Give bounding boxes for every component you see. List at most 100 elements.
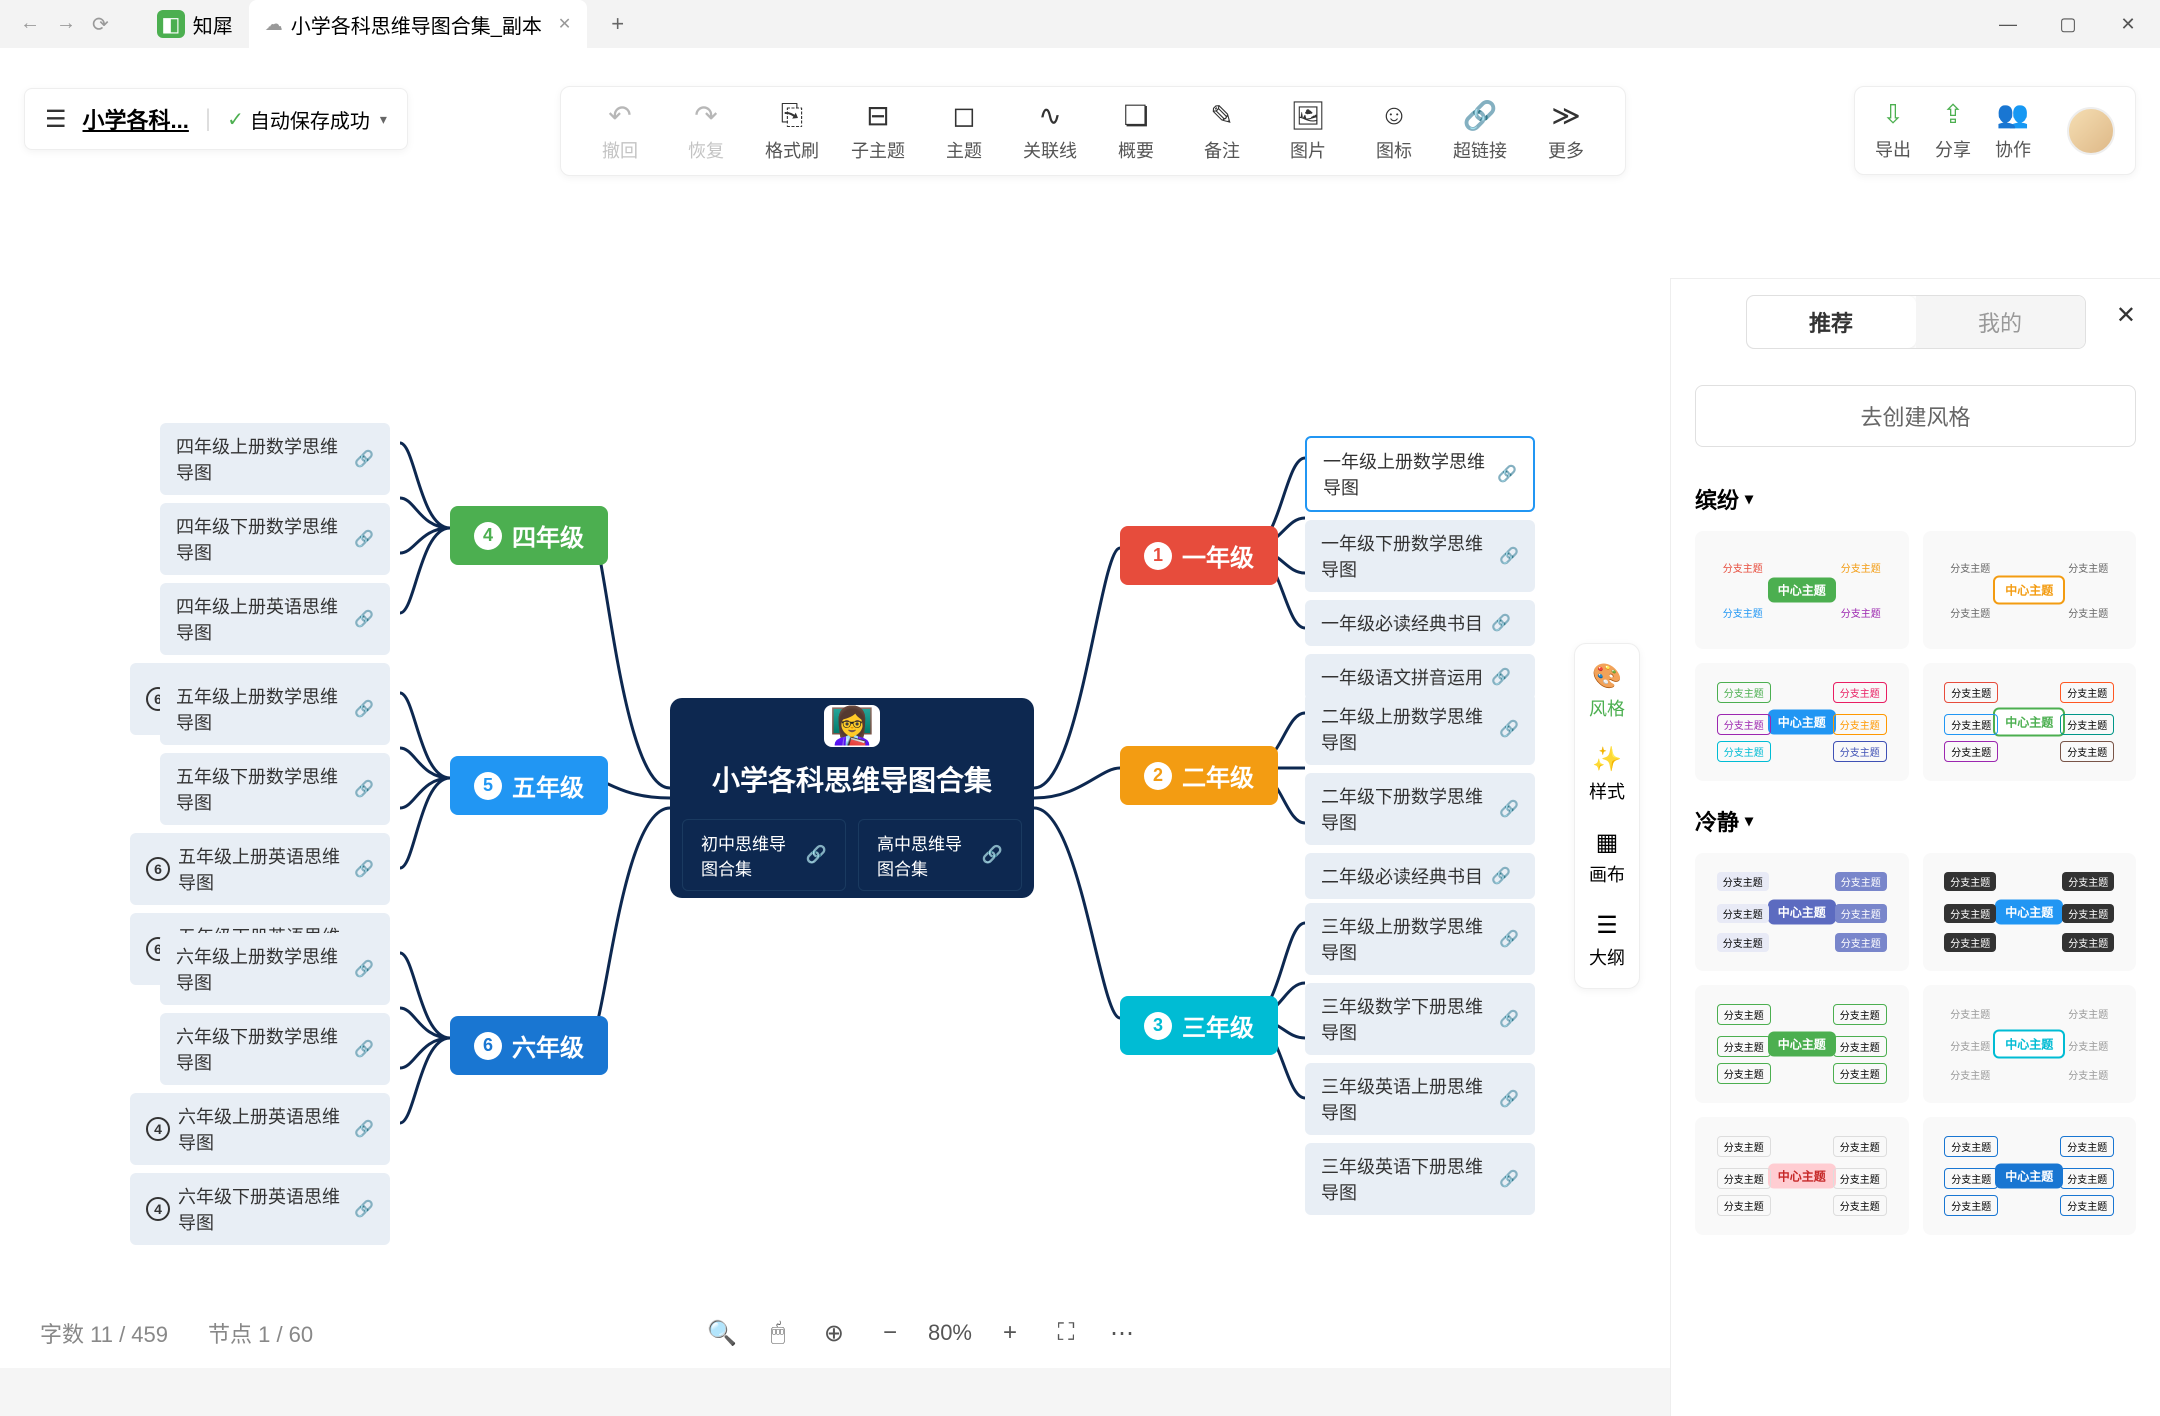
leaf-node[interactable]: 三年级上册数学思维导图🔗 xyxy=(1305,903,1535,975)
panel-close-icon[interactable]: ✕ xyxy=(2116,301,2136,330)
image-button[interactable]: 🖼图片 xyxy=(1277,99,1339,163)
template-card[interactable]: 中心主题分支主题分支主题分支主题分支主题分支主题分支主题 xyxy=(1695,663,1909,781)
sub-link-2[interactable]: 高中思维导图合集🔗 xyxy=(858,819,1022,891)
template-card[interactable]: 中心主题分支主题分支主题分支主题分支主题分支主题分支主题 xyxy=(1695,853,1909,971)
template-card[interactable]: 中心主题分支主题分支主题分支主题分支主题分支主题分支主题 xyxy=(1923,1117,2137,1235)
leaf-node[interactable]: 一年级上册数学思维导图🔗 xyxy=(1305,436,1535,512)
tab-recommend[interactable]: 推荐 xyxy=(1747,296,1916,348)
export-button[interactable]: ⇩导出 xyxy=(1875,99,1911,162)
section-calm[interactable]: 冷静▾ xyxy=(1671,789,2160,845)
leaf-node[interactable]: 二年级必读经典书目🔗 xyxy=(1305,853,1535,899)
create-style-button[interactable]: 去创建风格 xyxy=(1695,385,2136,447)
link-icon: 🔗 xyxy=(1497,464,1517,484)
icons-button[interactable]: ☺图标 xyxy=(1363,99,1425,163)
tab-mine[interactable]: 我的 xyxy=(1916,296,2085,348)
leaf-node[interactable]: 三年级数学下册思维导图🔗 xyxy=(1305,983,1535,1055)
relation-icon: ∿ xyxy=(1038,99,1061,131)
grade-1-node[interactable]: 1一年级 xyxy=(1120,526,1278,585)
undo-button[interactable]: ↶撤回 xyxy=(589,99,651,163)
format-button[interactable]: ✨样式 xyxy=(1589,745,1625,804)
count-badge: 4 xyxy=(146,1117,170,1141)
canvas-button[interactable]: ▦画布 xyxy=(1589,828,1625,887)
zoom-in-button[interactable]: + xyxy=(992,1315,1028,1351)
leaf-node[interactable]: 六年级上册数学思维导图🔗 xyxy=(160,933,390,1005)
outline-button[interactable]: ☰大纲 xyxy=(1589,911,1625,970)
leaf-node[interactable]: 二年级上册数学思维导图🔗 xyxy=(1305,693,1535,765)
leaf-node[interactable]: 二年级下册数学思维导图🔗 xyxy=(1305,773,1535,845)
fit-icon[interactable]: ⛶ xyxy=(1048,1315,1084,1351)
hyperlink-button[interactable]: 🔗超链接 xyxy=(1449,99,1511,163)
section-colorful[interactable]: 缤纷▾ xyxy=(1671,467,2160,523)
more-options-icon[interactable]: ⋯ xyxy=(1104,1315,1140,1351)
tab-document[interactable]: ☁ 小学各科思维导图合集_副本 ✕ xyxy=(249,0,588,48)
leaf-node[interactable]: 6五年级上册英语思维导图🔗 xyxy=(130,833,390,905)
document-title[interactable]: 小学各科... xyxy=(83,103,189,135)
caret-down-icon: ▾ xyxy=(1745,489,1753,509)
mouse-icon[interactable]: 🖱 xyxy=(760,1315,796,1351)
grade-2-node[interactable]: 2二年级 xyxy=(1120,746,1278,805)
leaf-node[interactable]: 五年级上册数学思维导图🔗 xyxy=(160,673,390,745)
template-card[interactable]: 中心主题分支主题分支主题分支主题分支主题分支主题分支主题 xyxy=(1923,663,2137,781)
tab-home[interactable]: ◧ 知犀 xyxy=(141,0,249,48)
center-node[interactable]: 👩‍🏫 小学各科思维导图合集 初中思维导图合集🔗 高中思维导图合集🔗 xyxy=(670,698,1034,898)
leaf-node[interactable]: 六年级下册数学思维导图🔗 xyxy=(160,1013,390,1085)
grade-6-node[interactable]: 6六年级 xyxy=(450,1016,608,1075)
grade-5-node[interactable]: 5五年级 xyxy=(450,756,608,815)
leaf-node[interactable]: 五年级下册数学思维导图🔗 xyxy=(160,753,390,825)
template-card[interactable]: 中心主题分支主题分支主题分支主题分支主题分支主题分支主题 xyxy=(1923,853,2137,971)
template-card[interactable]: 中心主题分支主题分支主题分支主题分支主题分支主题分支主题 xyxy=(1695,985,1909,1103)
maximize-icon[interactable]: ▢ xyxy=(2056,12,2080,36)
compass-icon[interactable]: ⊕ xyxy=(816,1315,852,1351)
leaf-node[interactable]: 四年级上册数学思维导图🔗 xyxy=(160,423,390,495)
close-window-icon[interactable]: ✕ xyxy=(2116,12,2140,36)
summary-button[interactable]: ❏概要 xyxy=(1105,99,1167,163)
template-card[interactable]: 中心主题分支主题分支主题分支主题分支主题分支主题分支主题 xyxy=(1695,1117,1909,1235)
more-button[interactable]: ≫更多 xyxy=(1535,99,1597,163)
share-button[interactable]: ⇪分享 xyxy=(1935,99,1971,162)
collab-button[interactable]: 👥协作 xyxy=(1995,99,2031,162)
link-icon: 🔗 xyxy=(1491,667,1511,687)
more-icon: ≫ xyxy=(1551,99,1580,131)
topright-controls: ⇩导出 ⇪分享 👥协作 xyxy=(1854,86,2136,175)
leaf-node[interactable]: 三年级英语下册思维导图🔗 xyxy=(1305,1143,1535,1215)
zoom-out-button[interactable]: − xyxy=(872,1315,908,1351)
redo-button[interactable]: ↷恢复 xyxy=(675,99,737,163)
doc-info-bar: ☰ 小学各科... | ✓ 自动保存成功 ▾ xyxy=(24,88,408,150)
template-card[interactable]: 中心主题分支主题分支主题分支主题分支主题 xyxy=(1923,531,2137,649)
template-card[interactable]: 中心主题分支主题分支主题分支主题分支主题分支主题分支主题 xyxy=(1923,985,2137,1103)
leaf-node[interactable]: 4六年级上册英语思维导图🔗 xyxy=(130,1093,390,1165)
leaf-node[interactable]: 4六年级下册英语思维导图🔗 xyxy=(130,1173,390,1245)
nav-refresh-icon[interactable]: ⟳ xyxy=(92,12,109,37)
menu-icon[interactable]: ☰ xyxy=(45,105,67,134)
notes-button[interactable]: ✎备注 xyxy=(1191,99,1253,163)
leaf-node[interactable]: 一年级下册数学思维导图🔗 xyxy=(1305,520,1535,592)
autosave-status[interactable]: ✓ 自动保存成功 ▾ xyxy=(227,105,387,134)
template-card[interactable]: 中心主题分支主题分支主题分支主题分支主题 xyxy=(1695,531,1909,649)
leaf-node[interactable]: 四年级下册数学思维导图🔗 xyxy=(160,503,390,575)
sub-link-1[interactable]: 初中思维导图合集🔗 xyxy=(682,819,846,891)
search-icon[interactable]: 🔍 xyxy=(704,1315,740,1351)
style-button[interactable]: 🎨风格 xyxy=(1589,662,1625,721)
leaf-node[interactable]: 三年级英语上册思维导图🔗 xyxy=(1305,1063,1535,1135)
minimize-icon[interactable]: — xyxy=(1996,12,2020,36)
subtopic-button[interactable]: ⊟子主题 xyxy=(847,99,909,163)
avatar[interactable] xyxy=(2067,107,2115,155)
relation-button[interactable]: ∿关联线 xyxy=(1019,99,1081,163)
link-icon: 🔗 xyxy=(1499,719,1519,739)
nav-forward-icon[interactable]: → xyxy=(56,12,76,37)
mindmap-canvas[interactable]: 👩‍🏫 小学各科思维导图合集 初中思维导图合集🔗 高中思维导图合集🔗 1一年级 … xyxy=(0,168,1700,1268)
tab-add-button[interactable]: + xyxy=(611,11,624,37)
format-painter-button[interactable]: ⎘格式刷 xyxy=(761,99,823,163)
tab-close-icon[interactable]: ✕ xyxy=(558,14,571,34)
export-icon: ⇩ xyxy=(1882,99,1904,130)
count-badge: 6 xyxy=(146,857,170,881)
icons-icon: ☺ xyxy=(1380,99,1409,131)
leaf-node[interactable]: 四年级上册英语思维导图🔗 xyxy=(160,583,390,655)
link-icon: 🔗 xyxy=(1463,99,1498,131)
leaf-node[interactable]: 一年级必读经典书目🔗 xyxy=(1305,600,1535,646)
grade-3-node[interactable]: 3三年级 xyxy=(1120,996,1278,1055)
topic-button[interactable]: ◻主题 xyxy=(933,99,995,163)
nav-back-icon[interactable]: ← xyxy=(20,12,40,37)
grade-4-node[interactable]: 4四年级 xyxy=(450,506,608,565)
sparkle-icon: ✨ xyxy=(1592,745,1622,774)
